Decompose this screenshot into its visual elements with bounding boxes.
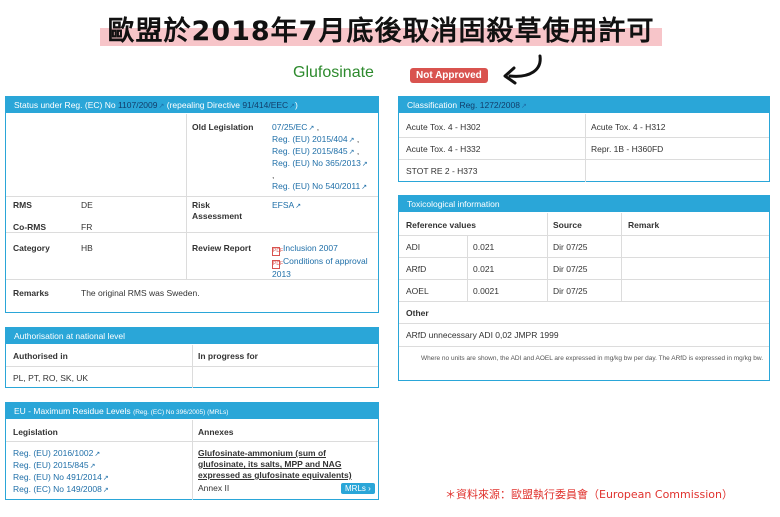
review-link-1[interactable]: Conditions of approval 2013 (272, 256, 368, 279)
reg-1272-link[interactable]: Reg. 1272/2008 (459, 100, 520, 110)
tox-row-value: 0.021 (473, 242, 495, 252)
tox-row-name: ADI (406, 242, 421, 252)
mrls-button[interactable]: MRLs › (341, 483, 375, 494)
risk-assessment-label: Risk Assessment (192, 200, 243, 221)
old-leg-link-3[interactable]: Reg. (EU) No 365/2013 (272, 158, 361, 168)
directive-91-414-link[interactable]: 91/414/EEC (242, 100, 288, 110)
reg-1107-link[interactable]: 1107/2009 (118, 100, 158, 110)
mrl-leg-link-3[interactable]: Reg. (EC) No 149/2008 (13, 484, 102, 494)
remarks-value: The original RMS was Sweden. (81, 288, 200, 298)
old-legislation-list: 07/25/EC↗ , Reg. (EU) 2015/404↗ , Reg. (… (272, 122, 368, 191)
classification-item: Acute Tox. 4 - H312 (591, 122, 666, 132)
headline-text: 歐盟於2018年7月底後取消固殺草使用許可 (107, 16, 655, 47)
old-leg-link-4[interactable]: Reg. (EU) No 540/2011 (272, 181, 360, 191)
status-panel-header: Status under Reg. (EC) No 1107/2009↗ (re… (6, 97, 378, 113)
corms-value: FR (81, 222, 93, 232)
col-reference-values: Reference values (406, 220, 476, 230)
mrl-leg-link-0[interactable]: Reg. (EU) 2016/1002 (13, 448, 93, 458)
classification-panel-header: Classification Reg. 1272/2008↗ (399, 97, 769, 113)
annex-value: Annex II (198, 483, 230, 493)
classification-item: Acute Tox. 4 - H302 (406, 122, 481, 132)
status-title-end: ) (295, 100, 298, 110)
status-badge: Not Approved (410, 68, 488, 83)
classification-panel: Classification Reg. 1272/2008↗ Acute Tox… (398, 96, 770, 182)
tox-row-source: Dir 07/25 (553, 242, 588, 252)
rms-value: DE (81, 200, 93, 210)
source-note: ＊資料來源：歐盟執行委員會（European Commission） (445, 488, 734, 501)
review-report-label: Review Report (192, 243, 252, 253)
remarks-label: Remarks (13, 288, 49, 298)
tox-row-source: Dir 07/25 (553, 264, 588, 274)
classification-item: Acute Tox. 4 - H332 (406, 144, 481, 154)
mrl-leg-link-1[interactable]: Reg. (EU) 2015/845 (13, 460, 89, 470)
tox-row-source: Dir 07/25 (553, 286, 588, 296)
other-label: Other (406, 308, 429, 318)
tox-row-value: 0.0021 (473, 286, 499, 296)
tox-row-name: ARfD (406, 264, 427, 274)
rms-label: RMS (13, 200, 32, 210)
tox-row-name: AOEL (406, 286, 429, 296)
classification-title: Classification (407, 100, 460, 110)
mrl-title: EU - Maximum Residue Levels (14, 406, 131, 416)
in-progress-label: In progress for (198, 351, 258, 361)
tox-row-value: 0.021 (473, 264, 495, 274)
authorisation-panel-header: Authorisation at national level (6, 328, 378, 344)
authorisation-panel: Authorisation at national level Authoris… (5, 327, 379, 388)
corms-label: Co-RMS (13, 222, 47, 232)
authorised-in-label: Authorised in (13, 351, 68, 361)
status-title-prefix: Status under Reg. (EC) No (14, 100, 118, 110)
classification-item: STOT RE 2 - H373 (406, 166, 478, 176)
mrl-leg-link-2[interactable]: Reg. (EU) No 491/2014 (13, 472, 102, 482)
mrl-legislation-list: Reg. (EU) 2016/1002↗ Reg. (EU) 2015/845↗… (13, 448, 109, 494)
old-leg-link-2[interactable]: Reg. (EU) 2015/845 (272, 146, 348, 156)
risk-assessment-value: EFSA↗ (272, 200, 302, 210)
mrl-panel-header: EU - Maximum Residue Levels (Reg. (EC) N… (6, 403, 378, 419)
mrl-title-small: (Reg. (EC) No 396/2005) (MRLs) (133, 409, 229, 416)
old-leg-link-1[interactable]: Reg. (EU) 2015/404 (272, 134, 348, 144)
toxicological-panel-header: Toxicological information (399, 196, 769, 212)
headline: 歐盟於2018年7月底後取消固殺草使用許可 (100, 9, 662, 47)
authorised-countries: PL, PT, RO, SK, UK (13, 373, 89, 383)
substance-name: Glufosinate (293, 64, 374, 81)
other-value: ARfD unnecessary ADI 0,02 JMPR 1999 (406, 330, 559, 340)
review-report-list: PDFInclusion 2007 PDFConditions of appro… (272, 243, 376, 280)
old-legislation-label: Old Legislation (192, 122, 254, 132)
legislation-label: Legislation (13, 427, 58, 437)
units-footnote: Where no units are shown, the ADI and AO… (420, 355, 763, 362)
status-title-mid: (repealing Directive (164, 100, 243, 110)
review-link-0[interactable]: Inclusion 2007 (283, 243, 338, 253)
col-source: Source (553, 220, 582, 230)
annexes-label: Annexes (198, 427, 234, 437)
efsa-link[interactable]: EFSA (272, 200, 294, 210)
pdf-icon: PDF (272, 260, 283, 269)
old-leg-link-0[interactable]: 07/25/EC (272, 122, 307, 132)
external-link-icon: ↗ (520, 103, 527, 110)
category-value: HB (81, 243, 93, 253)
residue-definition: Glufosinate-ammonium (sum of glufosinate… (198, 448, 352, 480)
classification-item: Repr. 1B - H360FD (591, 144, 664, 154)
pdf-icon: PDF (272, 247, 283, 256)
toxicological-panel: Toxicological information Reference valu… (398, 195, 770, 381)
mrl-panel: EU - Maximum Residue Levels (Reg. (EC) N… (5, 402, 379, 500)
col-remark: Remark (628, 220, 660, 230)
category-label: Category (13, 243, 50, 253)
arrow-icon (503, 54, 542, 85)
status-panel: Status under Reg. (EC) No 1107/2009↗ (re… (5, 96, 379, 313)
